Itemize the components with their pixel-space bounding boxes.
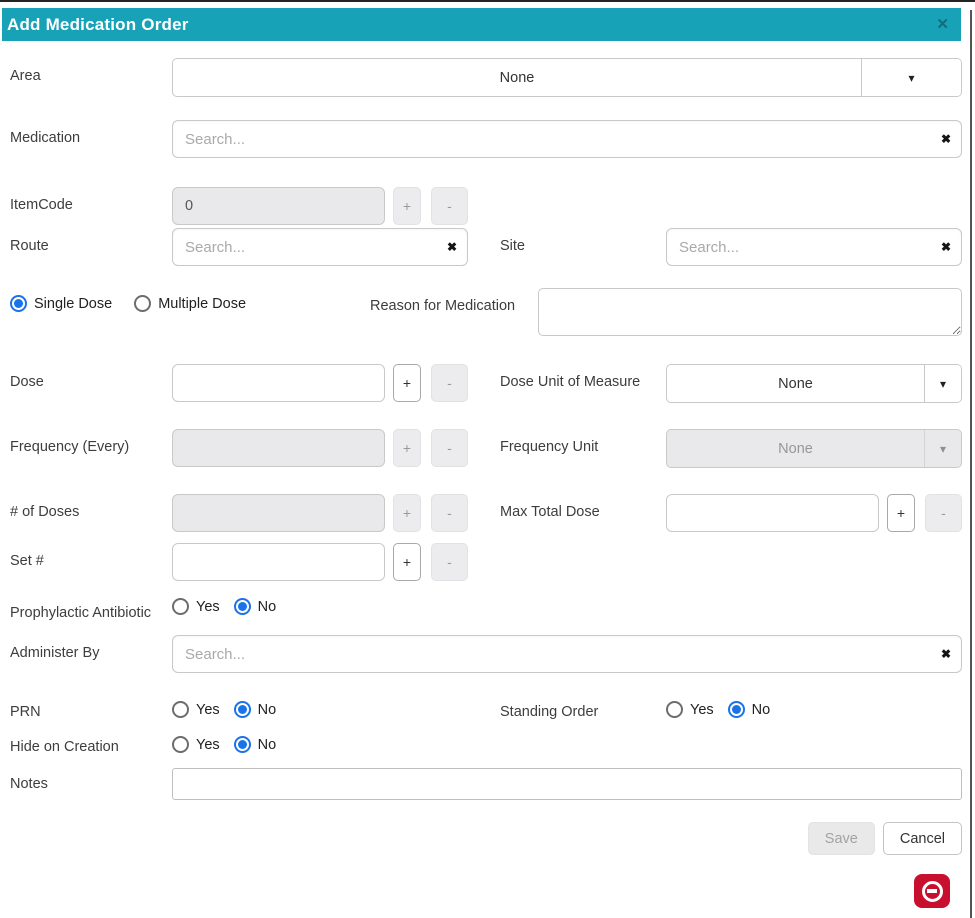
medication-clear-icon[interactable]: ✖ — [941, 133, 951, 145]
max-total-dose-increment-button[interactable]: + — [887, 494, 915, 532]
modal-title: Add Medication Order — [7, 15, 189, 35]
hide-on-creation-yes-radio[interactable]: Yes — [172, 736, 220, 753]
dose-decrement-button: - — [431, 364, 468, 402]
num-doses-input — [172, 494, 385, 532]
prn-no-radio[interactable]: No — [234, 701, 277, 718]
site-label: Site — [500, 228, 666, 257]
blocked-indicator-icon[interactable] — [914, 874, 950, 908]
prophylactic-label: Prophylactic Antibiotic — [10, 595, 172, 624]
multiple-dose-radio-label: Multiple Dose — [158, 296, 246, 312]
administer-by-clear-icon[interactable]: ✖ — [941, 648, 951, 660]
chevron-down-icon: ▾ — [908, 72, 914, 84]
site-clear-icon[interactable]: ✖ — [941, 241, 951, 253]
area-selected-value: None — [173, 59, 861, 96]
minus-circle-icon — [922, 881, 943, 902]
site-search-input[interactable] — [666, 228, 962, 266]
prn-yes-label: Yes — [196, 702, 220, 718]
area-label: Area — [10, 58, 172, 87]
radio-selected-icon[interactable] — [234, 598, 251, 615]
notes-input[interactable] — [172, 768, 962, 800]
frequency-input — [172, 429, 385, 467]
frequency-decrement-button: - — [431, 429, 468, 467]
area-select[interactable]: None ▾ — [172, 58, 962, 97]
set-num-label: Set # — [10, 543, 172, 572]
hide-on-creation-label: Hide on Creation — [10, 736, 172, 758]
frequency-label: Frequency (Every) — [10, 429, 172, 458]
dose-unit-label: Dose Unit of Measure — [500, 364, 666, 393]
prophylactic-no-radio[interactable]: No — [234, 598, 277, 615]
prophylactic-yes-radio[interactable]: Yes — [172, 598, 220, 615]
modal-header: Add Medication Order ✕ — [2, 8, 961, 41]
set-num-increment-button[interactable]: + — [393, 543, 421, 581]
notes-label: Notes — [10, 768, 172, 795]
prophylactic-yes-label: Yes — [196, 599, 220, 615]
itemcode-decrement-button: - — [431, 187, 468, 225]
radio-selected-icon[interactable] — [234, 736, 251, 753]
set-num-input[interactable] — [172, 543, 385, 581]
dose-unit-dropdown-button[interactable]: ▾ — [924, 365, 961, 402]
radio-unselected-icon[interactable] — [666, 701, 683, 718]
max-total-dose-input[interactable] — [666, 494, 879, 532]
radio-unselected-icon[interactable] — [172, 701, 189, 718]
prophylactic-no-label: No — [258, 599, 277, 615]
modal-right-border — [970, 10, 972, 918]
hide-on-creation-yes-label: Yes — [196, 737, 220, 753]
save-button: Save — [808, 822, 875, 855]
hide-on-creation-no-label: No — [258, 737, 277, 753]
radio-selected-icon[interactable] — [234, 701, 251, 718]
radio-unselected-icon[interactable] — [172, 736, 189, 753]
add-medication-order-modal: Add Medication Order ✕ Area None ▾ Medic… — [0, 0, 975, 918]
route-label: Route — [10, 228, 172, 257]
dose-increment-button[interactable]: + — [393, 364, 421, 402]
num-doses-decrement-button: - — [431, 494, 468, 532]
route-search-input[interactable] — [172, 228, 468, 266]
frequency-unit-select: None ▾ — [666, 429, 962, 468]
reason-for-medication-textarea[interactable] — [538, 288, 962, 336]
chevron-down-icon: ▾ — [940, 443, 946, 455]
standing-order-label: Standing Order — [500, 701, 666, 723]
frequency-unit-dropdown-button: ▾ — [924, 430, 961, 467]
administer-by-search-input[interactable] — [172, 635, 962, 673]
itemcode-label: ItemCode — [10, 187, 172, 216]
frequency-increment-button: + — [393, 429, 421, 467]
medication-search-input[interactable] — [172, 120, 962, 158]
num-doses-label: # of Doses — [10, 494, 172, 523]
standing-order-no-label: No — [752, 702, 771, 718]
single-dose-radio-label: Single Dose — [34, 296, 112, 312]
standing-order-no-radio[interactable]: No — [728, 701, 771, 718]
close-icon[interactable]: ✕ — [936, 17, 949, 32]
dose-label: Dose — [10, 364, 172, 393]
max-total-dose-decrement-button: - — [925, 494, 962, 532]
radio-selected-icon[interactable] — [728, 701, 745, 718]
radio-selected-icon[interactable] — [10, 295, 27, 312]
num-doses-increment-button: + — [393, 494, 421, 532]
itemcode-input — [172, 187, 385, 225]
prn-label: PRN — [10, 701, 172, 723]
dose-unit-selected-value: None — [667, 365, 924, 402]
dose-input[interactable] — [172, 364, 385, 402]
standing-order-yes-label: Yes — [690, 702, 714, 718]
medication-label: Medication — [10, 120, 172, 149]
radio-unselected-icon[interactable] — [134, 295, 151, 312]
set-num-decrement-button: - — [431, 543, 468, 581]
max-total-dose-label: Max Total Dose — [500, 494, 666, 523]
hide-on-creation-no-radio[interactable]: No — [234, 736, 277, 753]
radio-unselected-icon[interactable] — [172, 598, 189, 615]
multiple-dose-radio[interactable]: Multiple Dose — [134, 295, 246, 312]
cancel-button[interactable]: Cancel — [883, 822, 962, 855]
area-dropdown-button[interactable]: ▾ — [861, 59, 961, 96]
single-dose-radio[interactable]: Single Dose — [10, 295, 112, 312]
standing-order-yes-radio[interactable]: Yes — [666, 701, 714, 718]
dose-unit-select[interactable]: None ▾ — [666, 364, 962, 403]
itemcode-increment-button: + — [393, 187, 421, 225]
prn-yes-radio[interactable]: Yes — [172, 701, 220, 718]
frequency-unit-selected-value: None — [667, 430, 924, 467]
route-clear-icon[interactable]: ✖ — [447, 241, 457, 253]
prn-no-label: No — [258, 702, 277, 718]
reason-for-medication-label: Reason for Medication — [360, 288, 538, 317]
frequency-unit-label: Frequency Unit — [500, 429, 666, 458]
administer-by-label: Administer By — [10, 635, 172, 664]
chevron-down-icon: ▾ — [940, 378, 946, 390]
